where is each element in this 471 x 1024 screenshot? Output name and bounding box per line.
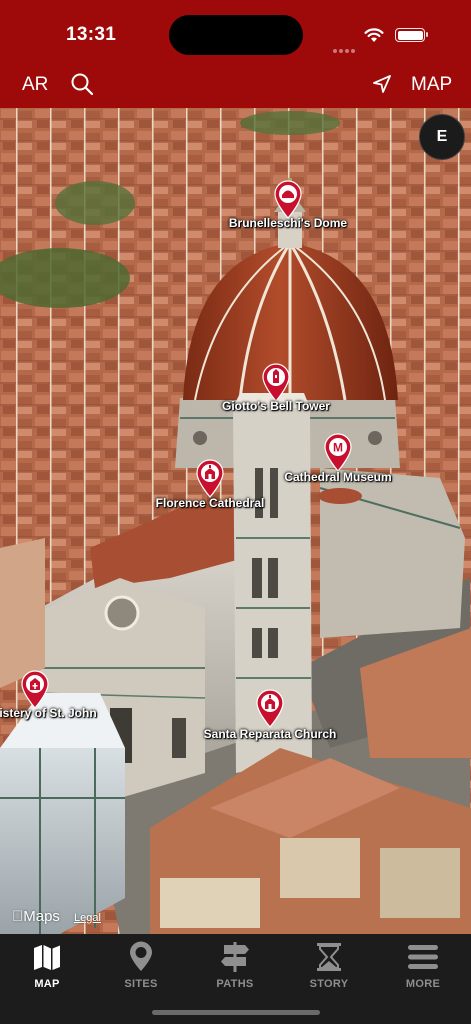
apple-logo-icon: 	[12, 908, 23, 925]
pin-label-bell-tower[interactable]: Giotto's Bell Tower	[222, 399, 330, 413]
tab-paths[interactable]: PATHS	[188, 940, 282, 1000]
battery-icon	[395, 28, 428, 42]
map-mode-button[interactable]: MAP	[411, 74, 452, 96]
apple-maps-logo: Maps	[12, 908, 60, 925]
home-indicator[interactable]	[152, 1010, 320, 1015]
status-time: 13:31	[66, 24, 117, 45]
pin-label-dome[interactable]: Brunelleschi's Dome	[229, 216, 347, 230]
maps-brand-text: Maps	[12, 908, 60, 925]
tab-label-paths: PATHS	[216, 978, 254, 990]
dynamic-island	[169, 15, 303, 55]
compass[interactable]: E	[419, 114, 465, 160]
pin-label-cathedral[interactable]: Florence Cathedral	[156, 496, 265, 510]
pin-baptistery[interactable]	[19, 669, 51, 709]
legal-link[interactable]: Legal	[74, 912, 101, 924]
status-bar: 13:31	[0, 0, 471, 58]
tab-label-story: STORY	[309, 978, 349, 990]
tab-more[interactable]: MORE	[376, 940, 470, 1000]
compass-heading: E	[436, 128, 448, 145]
pin-museum[interactable]: M	[322, 432, 354, 472]
hourglass-icon	[317, 943, 341, 971]
tab-label-sites: SITES	[124, 978, 158, 990]
pin-dome[interactable]	[272, 179, 304, 219]
pin-label-santa-reparata[interactable]: Santa Reparata Church	[204, 727, 337, 741]
pin-label-museum[interactable]: Cathedral Museum	[284, 470, 391, 484]
ar-button[interactable]: AR	[22, 74, 48, 96]
top-bar: 13:31 AR MAP	[0, 0, 471, 108]
tab-label-map: MAP	[34, 978, 60, 990]
map-view[interactable]: E Brunelleschi's Dome Giotto's Bell Towe…	[0, 108, 471, 934]
map-icon	[34, 945, 60, 970]
pin-label-baptistery[interactable]: istery of St. John	[0, 706, 97, 720]
location-pin-icon	[130, 941, 152, 971]
tab-map[interactable]: MAP	[0, 940, 94, 1000]
signpost-icon	[221, 942, 249, 972]
museum-icon: M	[333, 441, 343, 455]
search-icon[interactable]	[70, 72, 94, 96]
menu-icon	[408, 945, 438, 969]
wifi-icon	[364, 28, 384, 42]
pin-cathedral[interactable]	[194, 458, 226, 498]
pin-bell-tower[interactable]	[260, 362, 292, 402]
tab-sites[interactable]: SITES	[94, 940, 188, 1000]
tab-story[interactable]: STORY	[282, 940, 376, 1000]
location-arrow-icon[interactable]	[372, 74, 392, 94]
cellular-signal-icon	[333, 40, 357, 58]
tab-label-more: MORE	[405, 978, 441, 990]
pin-santa-reparata[interactable]	[254, 688, 286, 728]
map-3d-scene	[0, 108, 471, 934]
